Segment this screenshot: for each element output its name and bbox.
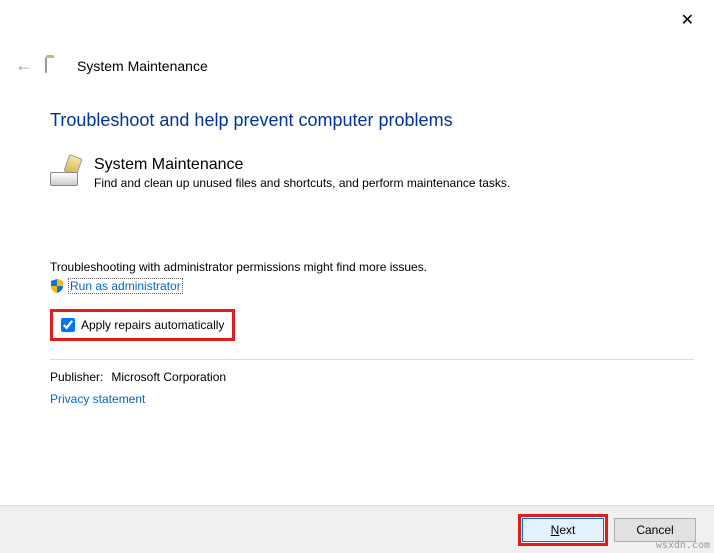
troubleshooter-row: System Maintenance Find and clean up unu… bbox=[50, 156, 694, 190]
apply-repairs-label: Apply repairs automatically bbox=[81, 318, 224, 332]
admin-link-row: Run as administrator bbox=[50, 278, 694, 294]
apply-repairs-checkbox[interactable] bbox=[61, 318, 75, 332]
run-as-admin-link[interactable]: Run as administrator bbox=[68, 278, 183, 294]
cancel-button[interactable]: Cancel bbox=[614, 518, 696, 542]
main-heading: Troubleshoot and help prevent computer p… bbox=[50, 110, 694, 131]
admin-note: Troubleshooting with administrator permi… bbox=[50, 260, 694, 274]
watermark: wsxdn.com bbox=[656, 540, 710, 551]
divider bbox=[50, 359, 694, 360]
troubleshooter-text: System Maintenance Find and clean up unu… bbox=[94, 156, 510, 190]
next-button[interactable]: Next bbox=[522, 518, 604, 542]
privacy-statement-link[interactable]: Privacy statement bbox=[50, 392, 145, 406]
header-row: ← System Maintenance bbox=[15, 55, 208, 76]
back-arrow-icon: ← bbox=[15, 55, 33, 76]
maintenance-icon bbox=[50, 156, 82, 188]
button-bar: Next Cancel bbox=[0, 505, 714, 553]
apply-repairs-checkbox-row[interactable]: Apply repairs automatically bbox=[50, 309, 235, 341]
troubleshooter-name: System Maintenance bbox=[94, 156, 510, 174]
close-button[interactable]: ✕ bbox=[681, 10, 694, 30]
publisher-value: Microsoft Corporation bbox=[111, 370, 226, 384]
content-area: Troubleshoot and help prevent computer p… bbox=[50, 110, 694, 406]
troubleshooter-description: Find and clean up unused files and short… bbox=[94, 176, 510, 190]
folder-gear-icon bbox=[45, 58, 65, 74]
shield-icon bbox=[50, 279, 64, 293]
publisher-row: Publisher: Microsoft Corporation bbox=[50, 370, 694, 384]
publisher-label: Publisher: bbox=[50, 370, 108, 384]
window-title: System Maintenance bbox=[77, 58, 208, 74]
